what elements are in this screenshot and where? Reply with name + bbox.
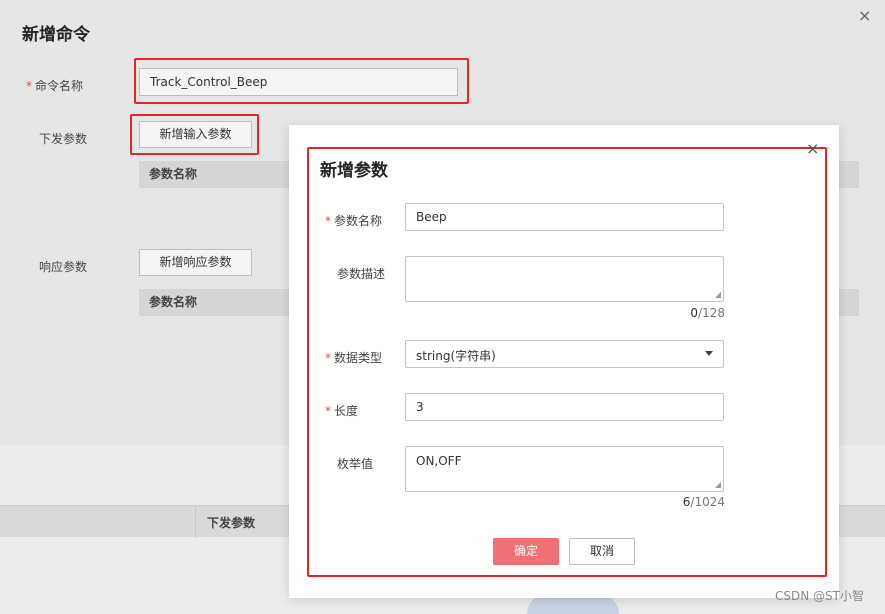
watermark: CSDN @ST小智 [775, 589, 864, 603]
required-mark: * [325, 404, 331, 418]
data-type-select[interactable]: string(字符串) [405, 340, 724, 368]
highlight-box-add-input [130, 114, 259, 155]
highlight-box-command-name [134, 58, 469, 104]
enum-values-textarea[interactable]: ON,OFF ◢ [405, 446, 724, 492]
required-mark: * [26, 79, 32, 93]
confirm-button[interactable]: 确定 [493, 538, 559, 565]
data-type-label: * 数据类型 [325, 351, 383, 365]
resize-handle-icon[interactable]: ◢ [715, 481, 721, 489]
chevron-down-icon [705, 351, 713, 356]
enum-char-counter: 6/1024 [682, 495, 725, 509]
command-name-label: * 命令名称 [26, 79, 84, 93]
enum-values-label: 枚举值 [337, 457, 374, 471]
length-label: * 长度 [325, 404, 359, 418]
resize-handle-icon[interactable]: ◢ [715, 291, 721, 299]
dialog-title: 新增参数 [320, 161, 388, 181]
response-params-label: 响应参数 [39, 260, 88, 274]
close-icon[interactable]: × [806, 139, 819, 158]
background-title: 新增命令 [22, 25, 90, 45]
desc-char-counter: 0/128 [690, 306, 725, 320]
bottom-column-label: 下发参数 [207, 516, 256, 530]
param-desc-label: 参数描述 [337, 267, 386, 281]
downlink-params-label: 下发参数 [39, 132, 88, 146]
param-name-input[interactable]: Beep [405, 203, 724, 231]
cancel-button[interactable]: 取消 [569, 538, 635, 565]
required-mark: * [325, 351, 331, 365]
param-name-label: * 参数名称 [325, 214, 383, 228]
required-mark: * [325, 214, 331, 228]
param-desc-textarea[interactable]: ◢ [405, 256, 724, 302]
length-input[interactable]: 3 [405, 393, 724, 421]
column-divider [195, 506, 196, 538]
add-response-param-button[interactable]: 新增响应参数 [139, 249, 252, 276]
background-close-icon[interactable]: × [858, 6, 871, 25]
